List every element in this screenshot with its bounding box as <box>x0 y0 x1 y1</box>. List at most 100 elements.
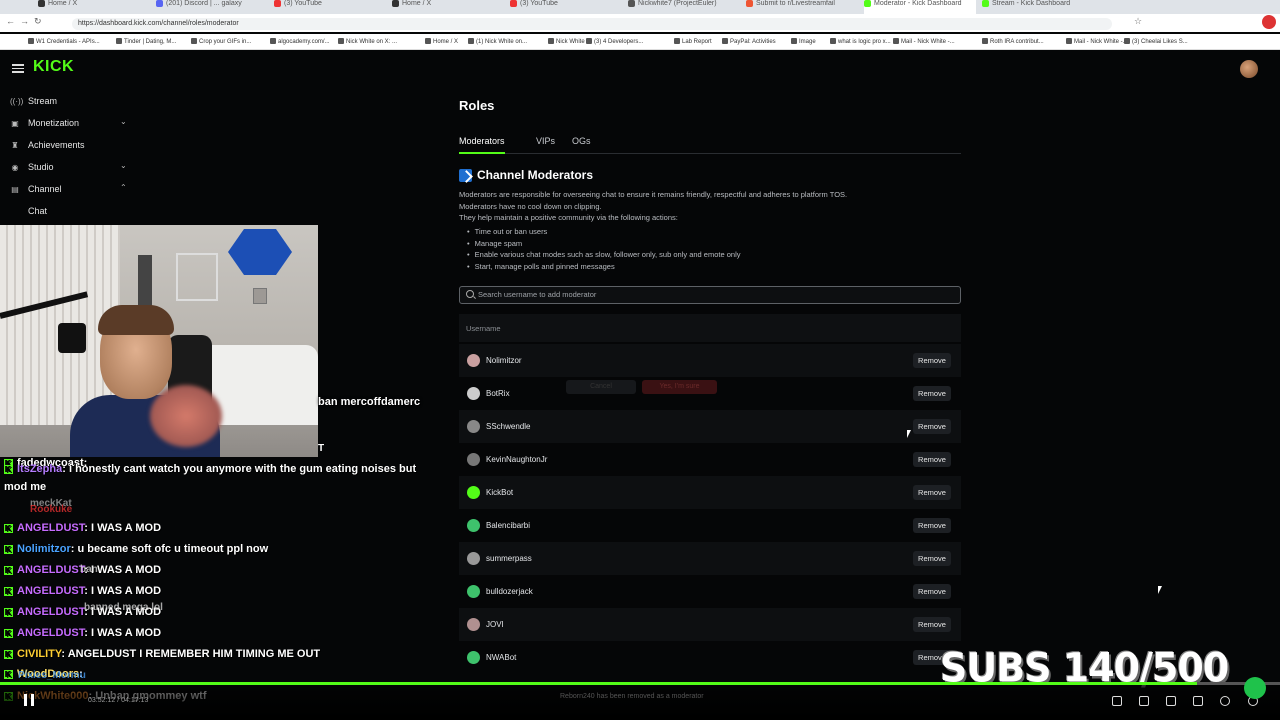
remove-moderator-button[interactable]: Remove <box>913 551 951 566</box>
kick-logo[interactable]: KICK <box>33 58 74 76</box>
overlay-caption-fragment: T <box>318 443 325 454</box>
bookmark-item[interactable]: Nick White <box>548 38 585 45</box>
column-header-username[interactable]: Username <box>466 324 501 333</box>
remove-moderator-button[interactable]: Remove <box>913 584 951 599</box>
description-line: They help maintain a positive community … <box>459 213 678 222</box>
bookmark-item[interactable]: (1) Nick White on... <box>468 38 527 45</box>
bookmark-star-icon[interactable]: ☆ <box>1134 16 1142 27</box>
bookmark-item[interactable]: Crop your GIFs in... <box>191 38 251 45</box>
chat-text: : I WAS A MOD <box>84 627 162 639</box>
moderator-avatar-icon <box>467 519 480 532</box>
user-avatar[interactable] <box>1240 60 1258 78</box>
remove-moderator-button[interactable]: Remove <box>913 617 951 632</box>
chat-username[interactable]: CIVILITY <box>17 648 61 660</box>
chat-username[interactable]: ItsZepha <box>17 463 62 475</box>
hamburger-menu-icon[interactable] <box>12 62 24 74</box>
sidebar-item-monetization[interactable]: ▣ Monetization <box>10 118 79 134</box>
moderator-username[interactable]: Balencibarbi <box>486 521 530 530</box>
bookmark-item[interactable]: Tinder | Dating, M... <box>116 38 176 45</box>
sidebar-item-channel[interactable]: ▤ Channel <box>10 184 61 200</box>
kick-badge-icon: K <box>4 650 13 659</box>
bookmark-label: algocademy.com/... <box>278 39 330 45</box>
chat-username[interactable]: ANGELDUST <box>17 606 84 618</box>
forward-icon[interactable]: → <box>20 16 29 26</box>
moderator-username[interactable]: JOVI <box>486 620 504 629</box>
recording-icon[interactable] <box>1262 15 1276 29</box>
bookmark-item[interactable]: (3) Cheelai Likes S... <box>1124 38 1188 45</box>
browser-tab[interactable]: Home / X <box>38 0 150 14</box>
bookmark-item[interactable]: what is logic pro x... <box>830 38 891 45</box>
moderator-avatar-icon <box>467 387 480 400</box>
moderator-username[interactable]: Nolimitzor <box>486 356 522 365</box>
tab-moderators[interactable]: Moderators <box>459 136 505 154</box>
tab-vips[interactable]: VIPs <box>536 136 555 154</box>
moderator-username[interactable]: KickBot <box>486 488 513 497</box>
browser-tab[interactable]: Moderator - Kick Dashboard <box>864 0 976 14</box>
settings-icon[interactable] <box>1220 696 1230 706</box>
bookmark-item[interactable]: algocademy.com/... <box>270 38 330 45</box>
chevron-down-icon[interactable]: ⌄ <box>120 161 127 170</box>
chat-username[interactable]: ANGELDUST <box>17 585 84 597</box>
bookmark-item[interactable]: Home / X <box>425 38 458 45</box>
moderator-username[interactable]: summerpass <box>486 554 532 563</box>
streamer-hair <box>98 305 174 335</box>
browser-tab[interactable]: Nickwhite7 (ProjectEuler) <box>628 0 740 14</box>
pause-icon[interactable] <box>24 694 34 706</box>
remove-moderator-button[interactable]: Remove <box>913 485 951 500</box>
bookmark-item[interactable]: Image <box>791 38 816 45</box>
reload-icon[interactable]: ↻ <box>34 16 42 27</box>
sidebar-item-chat[interactable]: Chat <box>28 206 47 222</box>
browser-tab[interactable]: (201) Discord | ... galaxy <box>156 0 268 14</box>
browser-tab[interactable]: Stream - Kick Dashboard <box>982 0 1094 14</box>
fullscreen-icon[interactable] <box>1193 696 1203 706</box>
bookmark-item[interactable]: Nick White on X: ... <box>338 38 397 45</box>
sidebar-item-achievements[interactable]: ♜ Achievements <box>10 140 85 156</box>
browser-tab[interactable]: (3) YouTube <box>274 0 386 14</box>
chat-username[interactable]: ANGELDUST <box>17 522 84 534</box>
bookmark-item[interactable]: Lab Report <box>674 38 712 45</box>
bookmark-item[interactable]: W1 Credentials - APIs... <box>28 38 100 45</box>
chevron-up-icon[interactable]: ⌃ <box>120 183 127 192</box>
remove-moderator-button[interactable]: Remove <box>913 353 951 368</box>
chat-username[interactable]: Nolimitzor <box>17 543 71 555</box>
bookmark-item[interactable]: (3) 4 Developers... <box>586 38 643 45</box>
sidebar-item-label: Achievements <box>28 140 85 150</box>
browser-tab[interactable]: Submit to r/Livestreamfail <box>746 0 858 14</box>
moderator-username[interactable]: SSchwendle <box>486 422 530 431</box>
remove-moderator-button[interactable]: Remove <box>913 419 951 434</box>
overlay-caption: ban mercoffdamerc <box>318 396 421 408</box>
bookmark-label: Nick White <box>556 39 585 45</box>
sidebar-item-stream[interactable]: ((·)) Stream <box>10 96 57 112</box>
kick-badge-icon: K <box>4 566 13 575</box>
url-field[interactable]: https://dashboard.kick.com/channel/roles… <box>72 18 1112 30</box>
moderator-username[interactable]: BotRix <box>486 389 510 398</box>
bookmark-item[interactable]: Mail - Nick White -... <box>1066 38 1128 45</box>
remove-moderator-button[interactable]: Remove <box>913 518 951 533</box>
tab-ogs[interactable]: OGs <box>572 136 591 154</box>
toast-message: Reborn240 has been removed as a moderato… <box>560 693 704 700</box>
sidebar-item-studio[interactable]: ◉ Studio <box>10 162 54 178</box>
page-title: Roles <box>459 98 495 113</box>
miniplayer-icon[interactable] <box>1166 696 1176 706</box>
bookmark-item[interactable]: Roth IRA contribut... <box>982 38 1044 45</box>
theater-icon[interactable] <box>1139 696 1149 706</box>
faded-cancel-button: Cancel <box>566 380 636 394</box>
moderator-username[interactable]: bulldozerjack <box>486 587 533 596</box>
chevron-down-icon[interactable]: ⌄ <box>120 117 127 126</box>
bookmark-item[interactable]: PayPal: Activities <box>722 38 776 45</box>
moderator-username[interactable]: KevinNaughtonJr <box>486 455 547 464</box>
tab-label: (201) Discord | ... galaxy <box>166 0 242 7</box>
remove-moderator-button[interactable]: Remove <box>913 452 951 467</box>
remove-moderator-button[interactable]: Remove <box>913 386 951 401</box>
back-icon[interactable]: ← <box>6 16 15 26</box>
live-chat-button[interactable] <box>1244 677 1266 699</box>
browser-tab[interactable]: Home / X <box>392 0 504 14</box>
chat-username[interactable]: ANGELDUST <box>17 564 84 576</box>
chat-username[interactable]: ANGELDUST <box>17 627 84 639</box>
browser-tab[interactable]: (3) YouTube <box>510 0 622 14</box>
address-bar: ← → ↻ https://dashboard.kick.com/channel… <box>0 14 1280 32</box>
bookmark-item[interactable]: Mail - Nick White -... <box>893 38 955 45</box>
moderator-username[interactable]: NWABot <box>486 653 516 662</box>
clip-icon[interactable] <box>1112 696 1122 706</box>
tab-label: (3) YouTube <box>284 0 322 7</box>
